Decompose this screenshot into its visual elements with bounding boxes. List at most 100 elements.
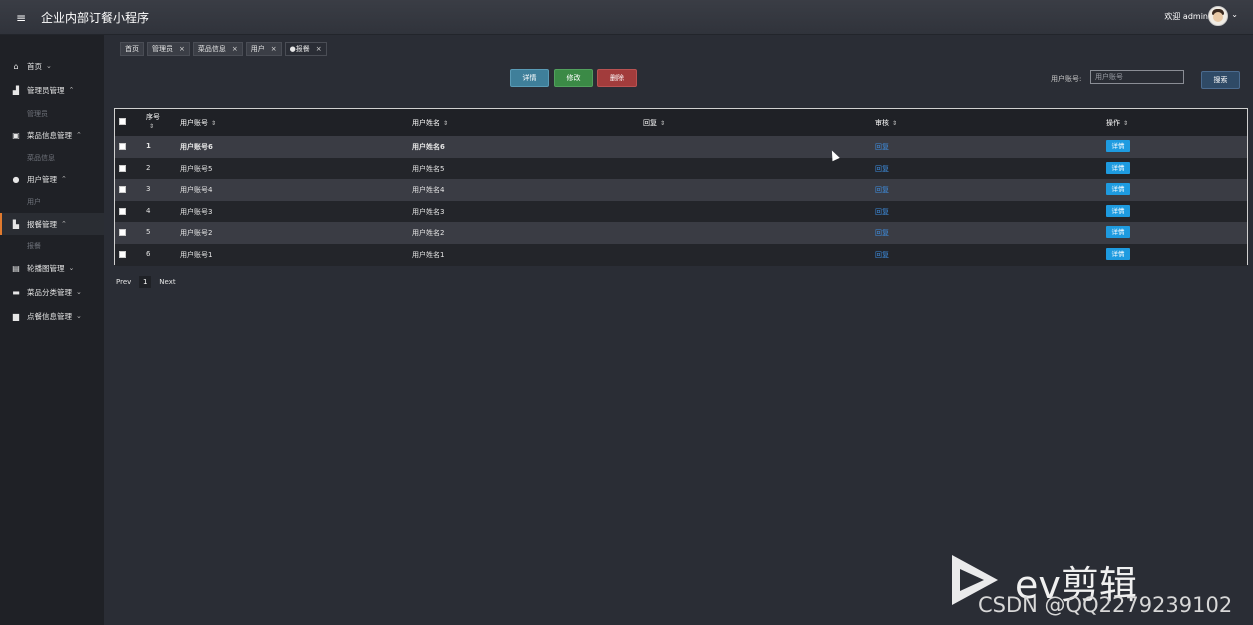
search-input[interactable] bbox=[1090, 70, 1184, 84]
sidebar-item-dish-category[interactable]: ▬ 菜品分类管理 ⌄ bbox=[0, 281, 104, 303]
table-row[interactable]: 3 用户账号4 用户姓名4 回复 详情 bbox=[115, 179, 1247, 201]
row-checkbox[interactable] bbox=[119, 251, 126, 258]
delete-button[interactable]: 删除 bbox=[597, 69, 637, 87]
table-row[interactable]: 4 用户账号3 用户姓名3 回复 详情 bbox=[115, 200, 1247, 223]
cell-name: 用户姓名4 bbox=[412, 186, 445, 195]
row-detail-button[interactable]: 详情 bbox=[1106, 226, 1130, 239]
cell-no: 4 bbox=[146, 206, 151, 215]
sidebar-item-user-manage[interactable]: ● 用户管理 ⌃ bbox=[0, 168, 104, 190]
watermark-csdn: CSDN @QQ2279239102 bbox=[978, 593, 1233, 617]
tab-dish-info[interactable]: 菜品信息 × bbox=[192, 42, 243, 56]
header-review[interactable]: 审核 ⇕ bbox=[875, 118, 897, 128]
data-table: 序号 ⇕ 用户账号 ⇕ 用户姓名 ⇕ 回复 ⇕ 审核 ⇕ 操作 ⇕ 1 用户账号6 用户姓… bbox=[114, 108, 1248, 266]
sort-icon: ⇕ bbox=[211, 120, 217, 127]
chevron-down-icon[interactable]: ⌄ bbox=[1231, 10, 1238, 19]
row-detail-button[interactable]: 详情 bbox=[1106, 140, 1130, 152]
review-link[interactable]: 回复 bbox=[875, 164, 889, 174]
chevron-up-icon: ⌃ bbox=[76, 131, 82, 139]
review-link[interactable]: 回复 bbox=[875, 207, 889, 217]
review-link[interactable]: 回复 bbox=[875, 228, 889, 238]
current-page[interactable]: 1 bbox=[139, 276, 152, 288]
cell-no: 6 bbox=[146, 250, 151, 258]
header-reply[interactable]: 回复 ⇕ bbox=[643, 118, 665, 128]
sidebar-item-label: 点餐信息管理 bbox=[27, 311, 72, 321]
table-row[interactable]: 2 用户账号5 用户姓名5 回复 详情 bbox=[115, 157, 1247, 180]
row-checkbox[interactable] bbox=[119, 229, 126, 237]
cell-account: 用户账号4 bbox=[180, 186, 213, 195]
sidebar-item-label: 管理员管理 bbox=[27, 85, 65, 95]
tab-label: 管理员 bbox=[152, 45, 173, 53]
next-page-button[interactable]: Next bbox=[159, 278, 175, 286]
cell-name: 用户姓名3 bbox=[412, 207, 445, 216]
top-bar: ≡ 企业内部订餐小程序 欢迎 admin ⌄ bbox=[0, 0, 1253, 35]
sidebar-subitem-user[interactable]: 用户 bbox=[27, 197, 41, 207]
header-account[interactable]: 用户账号 ⇕ bbox=[180, 118, 216, 128]
close-icon[interactable]: × bbox=[271, 43, 277, 55]
review-link[interactable]: 回复 bbox=[875, 185, 889, 195]
tab-admin[interactable]: 管理员 × bbox=[147, 42, 190, 56]
tab-label: ●报餐 bbox=[289, 45, 310, 53]
sidebar-item-home[interactable]: ⌂ 首页 ⌄ bbox=[0, 55, 104, 77]
cell-no: 2 bbox=[146, 163, 151, 172]
detail-button[interactable]: 详情 bbox=[510, 69, 549, 87]
cell-name: 用户姓名2 bbox=[412, 229, 445, 238]
sort-icon: ⇕ bbox=[443, 120, 449, 127]
row-checkbox[interactable] bbox=[119, 186, 126, 194]
cell-no: 3 bbox=[146, 185, 151, 194]
cell-account: 用户账号3 bbox=[180, 207, 213, 216]
review-link[interactable]: 回复 bbox=[875, 250, 889, 260]
row-detail-button[interactable]: 详情 bbox=[1106, 204, 1130, 217]
close-icon[interactable]: × bbox=[316, 43, 322, 55]
user-icon: ● bbox=[12, 174, 20, 184]
cell-no: 5 bbox=[146, 228, 151, 237]
sort-icon: ⇕ bbox=[1123, 120, 1129, 127]
search-label: 用户账号: bbox=[1051, 75, 1082, 83]
prev-page-button[interactable]: Prev bbox=[116, 278, 131, 286]
sidebar-item-label: 报餐管理 bbox=[27, 219, 57, 229]
header-name[interactable]: 用户姓名 ⇕ bbox=[412, 118, 448, 128]
sidebar-item-dish-manage[interactable]: ▣ 菜品信息管理 ⌃ bbox=[0, 124, 104, 146]
header-action[interactable]: 操作 ⇕ bbox=[1106, 118, 1128, 128]
hamburger-icon[interactable]: ≡ bbox=[16, 11, 26, 25]
tab-home[interactable]: 首页 bbox=[120, 42, 144, 56]
table-row[interactable]: 6 用户账号1 用户姓名1 回复 详情 bbox=[115, 244, 1247, 266]
table-row[interactable]: 5 用户账号2 用户姓名2 回复 详情 bbox=[115, 222, 1247, 244]
close-icon[interactable]: × bbox=[179, 43, 185, 55]
select-all-checkbox[interactable] bbox=[119, 118, 126, 125]
category-icon: ▬ bbox=[12, 287, 20, 297]
sidebar-item-meal-report[interactable]: ▙ 报餐管理 ⌃ bbox=[0, 213, 104, 235]
sidebar-item-label: 菜品信息管理 bbox=[27, 130, 72, 140]
cell-account: 用户账号2 bbox=[180, 229, 213, 238]
edit-button[interactable]: 修改 bbox=[554, 69, 593, 87]
chevron-down-icon: ⌄ bbox=[46, 62, 52, 70]
sidebar-item-label: 首页 bbox=[27, 61, 42, 71]
tab-user[interactable]: 用户 × bbox=[245, 42, 282, 56]
sidebar-item-admin-manage[interactable]: ▟ 管理员管理 ⌃ bbox=[0, 79, 104, 101]
row-checkbox[interactable] bbox=[119, 164, 126, 172]
cell-account: 用户账号1 bbox=[180, 251, 213, 259]
row-detail-button[interactable]: 详情 bbox=[1106, 183, 1130, 196]
cell-name: 用户姓名6 bbox=[412, 143, 445, 151]
row-detail-button[interactable]: 详情 bbox=[1106, 161, 1130, 174]
header-no[interactable]: 序号 ⇕ bbox=[146, 112, 160, 130]
table-row[interactable]: 1 用户账号6 用户姓名6 回复 详情 bbox=[115, 136, 1247, 158]
chevron-up-icon: ⌃ bbox=[61, 220, 67, 228]
close-icon[interactable]: × bbox=[232, 43, 238, 55]
row-checkbox[interactable] bbox=[119, 207, 126, 215]
row-detail-button[interactable]: 详情 bbox=[1106, 248, 1130, 260]
table-header: 序号 ⇕ 用户账号 ⇕ 用户姓名 ⇕ 回复 ⇕ 审核 ⇕ 操作 ⇕ bbox=[115, 109, 1247, 136]
sidebar-item-carousel[interactable]: ▤ 轮播图管理 ⌄ bbox=[0, 257, 104, 279]
review-link[interactable]: 回复 bbox=[875, 142, 889, 152]
sidebar-item-order-info[interactable]: ▆ 点餐信息管理 ⌄ bbox=[0, 305, 104, 327]
cell-account: 用户账号6 bbox=[180, 143, 213, 151]
search-button[interactable]: 搜索 bbox=[1201, 71, 1240, 89]
tab-meal-report[interactable]: ●报餐 × bbox=[284, 42, 327, 56]
sidebar-subitem-dish[interactable]: 菜品信息 bbox=[27, 153, 55, 163]
avatar[interactable] bbox=[1208, 6, 1228, 26]
sidebar-subitem-admin[interactable]: 管理员 bbox=[27, 109, 48, 119]
home-icon: ⌂ bbox=[13, 61, 19, 71]
sidebar-item-label: 用户管理 bbox=[27, 174, 57, 184]
row-checkbox[interactable] bbox=[119, 143, 126, 150]
order-icon: ▆ bbox=[12, 311, 20, 321]
sidebar-subitem-meal-report[interactable]: 报餐 bbox=[27, 241, 41, 251]
